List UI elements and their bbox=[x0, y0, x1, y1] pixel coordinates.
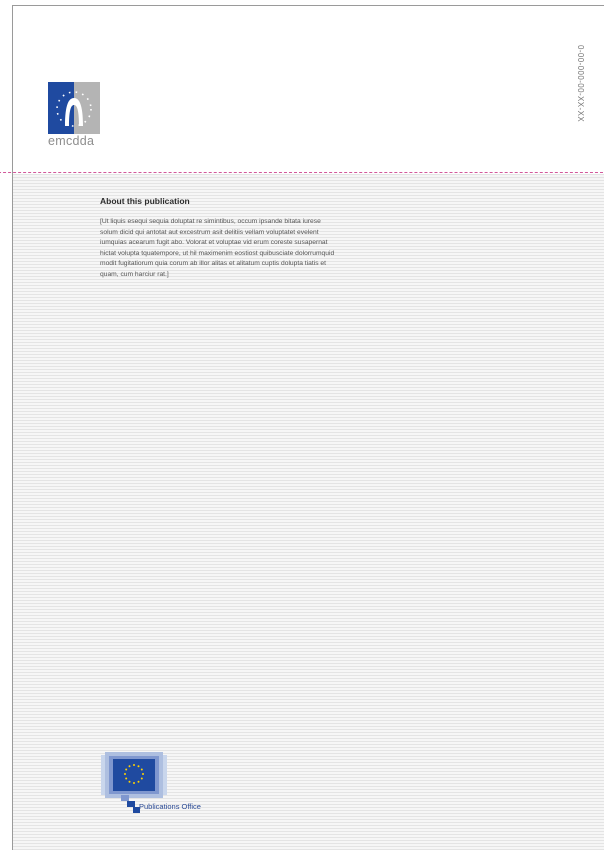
about-section: About this publication [Ut liquis esequi… bbox=[100, 196, 340, 281]
emcdda-logo: emcdda bbox=[48, 82, 100, 148]
trim-line bbox=[0, 172, 604, 173]
about-body: [Ut liquis esequi sequia doluptat re sim… bbox=[100, 218, 335, 278]
isbn-number: 0-00-000-00-XX-XX bbox=[576, 45, 585, 123]
emcdda-wordmark: emcdda bbox=[48, 134, 95, 148]
publisher-name: Publications Office bbox=[139, 802, 201, 811]
about-title: About this publication bbox=[100, 196, 190, 206]
cover-page: emcdda 0-00-000-00-XX-XX About this publ… bbox=[12, 5, 604, 850]
publications-office-logo: Publications Office bbox=[99, 751, 239, 816]
cover-top-section bbox=[13, 6, 604, 174]
emcdda-logo-icon bbox=[48, 82, 100, 134]
